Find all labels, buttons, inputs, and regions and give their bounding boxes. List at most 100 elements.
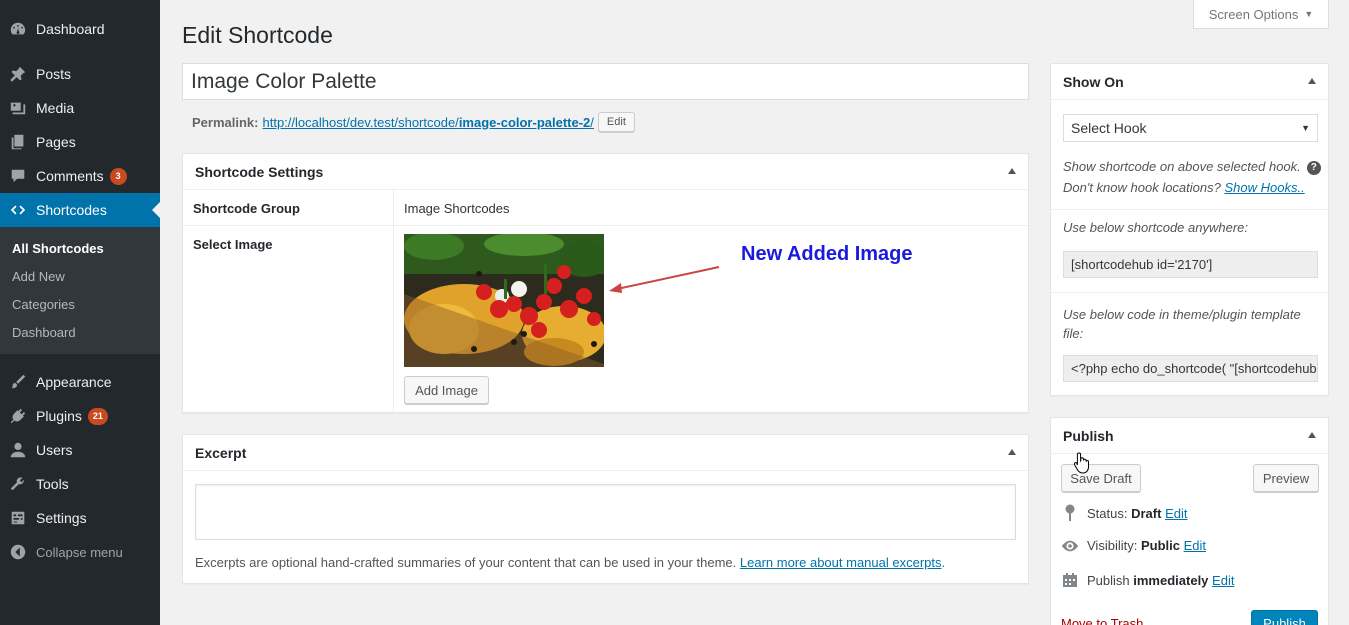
publish-box: Publish Save Draft Preview Status: Draft…: [1050, 417, 1329, 625]
menu-settings[interactable]: Settings: [0, 501, 160, 535]
excerpt-textarea[interactable]: [195, 484, 1016, 540]
menu-plugins[interactable]: Plugins 21: [0, 399, 160, 433]
menu-appearance-label: Appearance: [36, 374, 112, 390]
excerpt-header[interactable]: Excerpt: [183, 435, 1028, 471]
post-title-input[interactable]: Image Color Palette: [182, 63, 1029, 100]
users-icon: [0, 441, 36, 459]
visibility-label: Visibility:: [1087, 538, 1138, 553]
menu-settings-label: Settings: [36, 510, 87, 526]
hook-locations-text: Don't know hook locations?: [1063, 180, 1221, 195]
menu-shortcodes-label: Shortcodes: [36, 202, 107, 218]
excerpt-help-body: Excerpts are optional hand-crafted summa…: [195, 555, 737, 570]
submenu-dashboard[interactable]: Dashboard: [12, 325, 76, 340]
menu-media[interactable]: Media: [0, 91, 160, 125]
selected-image-preview[interactable]: [404, 234, 604, 367]
edit-status-link[interactable]: Edit: [1165, 506, 1187, 521]
permalink-slug: image-color-palette-2: [458, 114, 591, 130]
wrench-icon: [0, 475, 36, 493]
hook-note-text: Show shortcode on above selected hook.: [1063, 159, 1301, 174]
admin-sidebar: Dashboard Posts Media Pages Comments 3 S…: [0, 0, 160, 625]
collapse-toggle-icon[interactable]: [1008, 449, 1016, 455]
preview-button[interactable]: Preview: [1253, 464, 1319, 492]
excerpt-box: Excerpt Excerpts are optional hand-craft…: [182, 434, 1029, 584]
hook-select[interactable]: Select Hook ▼: [1063, 114, 1318, 142]
shortcode-settings-header[interactable]: Shortcode Settings: [183, 154, 1028, 190]
publish-header[interactable]: Publish: [1051, 418, 1328, 454]
status-row: Status: Draft Edit: [1061, 504, 1187, 522]
hand-cursor-icon: [1074, 452, 1089, 474]
menu-tools[interactable]: Tools: [0, 467, 160, 501]
publish-value: immediately: [1133, 572, 1209, 588]
screen-options-label: Screen Options: [1208, 6, 1299, 22]
visibility-value: Public: [1140, 538, 1180, 553]
show-on-box: Show On Select Hook ▼ Show shortcode on …: [1050, 63, 1329, 396]
hook-locations-note: Don't know hook locations? Show Hooks..: [1063, 180, 1305, 195]
excerpt-title: Excerpt: [195, 444, 247, 461]
submenu-add-new[interactable]: Add New: [12, 269, 65, 284]
menu-comments-label: Comments: [36, 168, 104, 184]
save-draft-button[interactable]: Save Draft: [1061, 464, 1141, 492]
submenu-all-shortcodes[interactable]: All Shortcodes: [12, 241, 104, 256]
show-hooks-link[interactable]: Show Hooks..: [1224, 180, 1304, 195]
collapse-toggle-icon[interactable]: [1308, 432, 1316, 438]
use-anywhere-label: Use below shortcode anywhere:: [1063, 220, 1248, 235]
permalink-row: Permalink: http://localhost/dev.test/sho…: [192, 112, 635, 132]
menu-appearance[interactable]: Appearance: [0, 365, 160, 399]
collapse-toggle-icon[interactable]: [1308, 78, 1316, 84]
menu-posts-label: Posts: [36, 66, 72, 82]
menu-shortcodes[interactable]: Shortcodes: [0, 193, 160, 227]
edit-permalink-button[interactable]: Edit: [597, 112, 635, 132]
visibility-row: Visibility: Public Edit: [1061, 538, 1206, 553]
plugins-count-badge: 21: [87, 407, 108, 425]
edit-publish-date-link[interactable]: Edit: [1212, 573, 1234, 588]
permalink-label: Permalink:: [192, 114, 259, 130]
excerpt-help-tail: .: [941, 555, 946, 570]
add-image-button[interactable]: Add Image: [404, 376, 489, 404]
move-to-trash-link[interactable]: Move to Trash: [1061, 616, 1143, 625]
collapse-toggle-icon[interactable]: [1008, 168, 1016, 174]
menu-pages-label: Pages: [36, 134, 76, 150]
menu-users[interactable]: Users: [0, 433, 160, 467]
screen-options-button[interactable]: Screen Options ▼: [1193, 0, 1329, 29]
menu-pages[interactable]: Pages: [0, 125, 160, 159]
excerpt-learn-more-link[interactable]: Learn more about manual excerpts: [740, 555, 942, 570]
collapse-menu-button[interactable]: Collapse menu: [0, 535, 160, 569]
shortcode-group-label: Shortcode Group: [193, 201, 300, 216]
collapse-icon: [0, 543, 36, 561]
help-icon[interactable]: ?: [1306, 160, 1321, 175]
divider: [1051, 209, 1329, 210]
collapse-menu-label: Collapse menu: [36, 544, 123, 560]
show-on-title: Show On: [1063, 73, 1124, 90]
media-icon: [0, 99, 36, 117]
publish-date-row: Publish immediately Edit: [1061, 572, 1234, 588]
calendar-icon: [1061, 572, 1079, 588]
shortcode-field[interactable]: [shortcodehub id='2170']: [1063, 251, 1318, 278]
settings-icon: [0, 509, 36, 527]
show-on-header[interactable]: Show On: [1051, 64, 1328, 100]
shortcode-group-value[interactable]: Image Shortcodes: [404, 201, 510, 216]
pin-status-icon: [1061, 504, 1079, 522]
permalink-link[interactable]: http://localhost/dev.test/shortcode/imag…: [262, 115, 593, 130]
menu-dashboard-label: Dashboard: [36, 21, 105, 37]
menu-posts[interactable]: Posts: [0, 57, 160, 91]
menu-users-label: Users: [36, 442, 73, 458]
publish-button[interactable]: Publish: [1251, 610, 1318, 625]
code-icon: [0, 201, 36, 219]
eye-icon: [1061, 539, 1079, 553]
publish-title: Publish: [1063, 427, 1114, 444]
menu-tools-label: Tools: [36, 476, 69, 492]
publish-label: Publish: [1087, 572, 1130, 588]
menu-dashboard[interactable]: Dashboard: [0, 12, 160, 46]
hook-select-value: Select Hook: [1071, 120, 1147, 136]
php-code-field[interactable]: <?php echo do_shortcode( "[shortcodehub …: [1063, 355, 1318, 382]
submenu-categories[interactable]: Categories: [12, 297, 75, 312]
status-value: Draft: [1131, 505, 1162, 521]
chevron-down-icon: ▼: [1301, 123, 1310, 133]
pin-icon: [0, 65, 36, 83]
settings-row-group: Shortcode Group Image Shortcodes: [183, 190, 1028, 226]
status-label: Status:: [1087, 505, 1128, 521]
edit-visibility-link[interactable]: Edit: [1184, 538, 1206, 553]
plug-icon: [0, 407, 36, 425]
menu-comments[interactable]: Comments 3: [0, 159, 160, 193]
shortcodes-submenu: All Shortcodes Add New Categories Dashbo…: [0, 227, 160, 354]
